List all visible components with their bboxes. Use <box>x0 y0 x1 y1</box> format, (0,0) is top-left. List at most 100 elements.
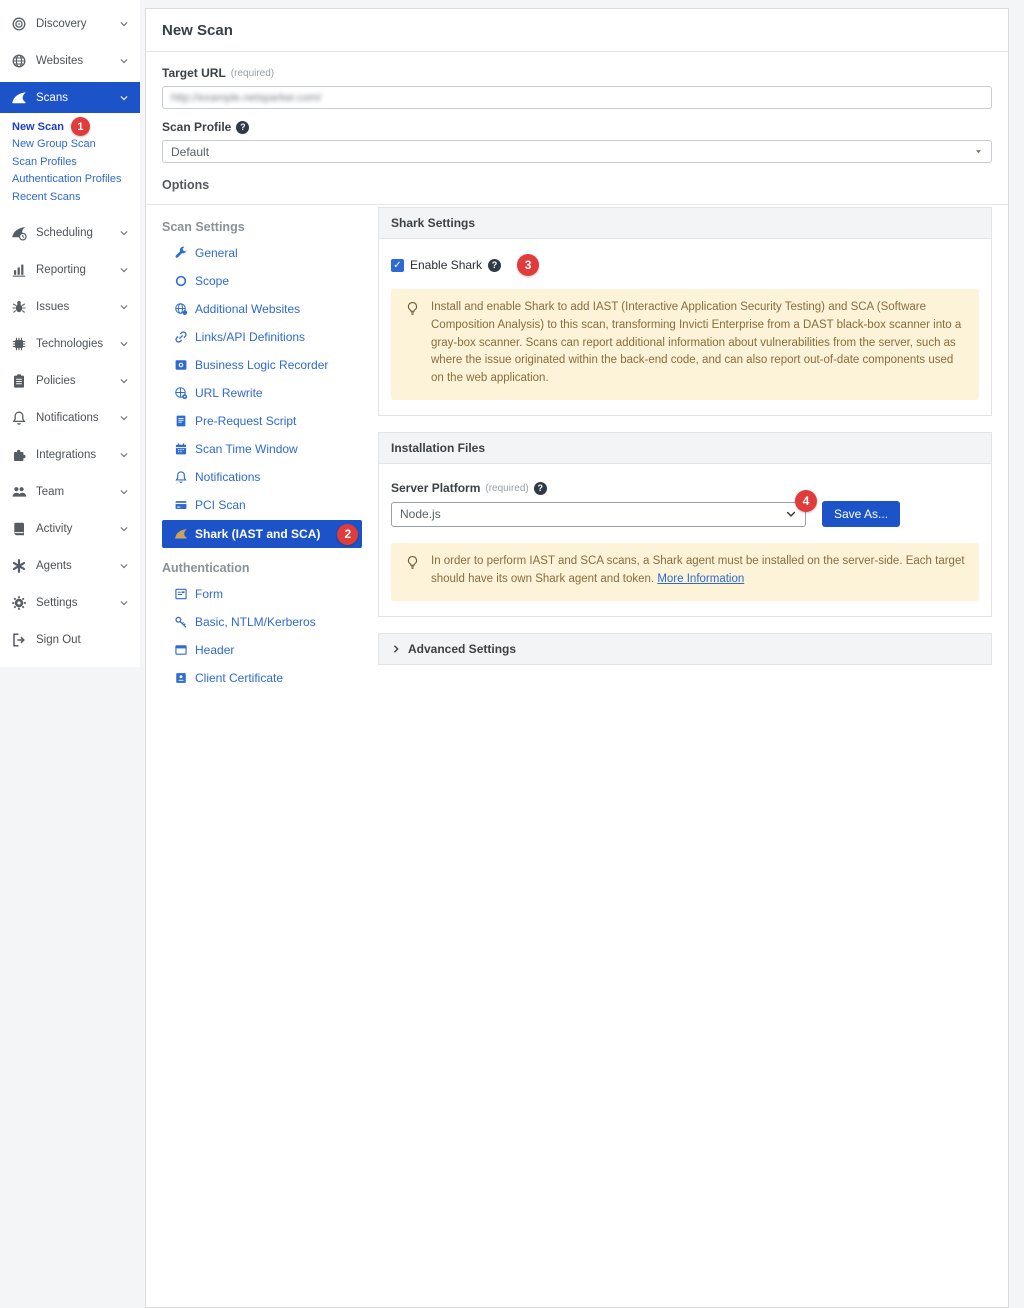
lightbulb-icon <box>405 555 420 570</box>
circle-icon <box>174 274 188 288</box>
sidebar-item-sign-out[interactable]: Sign Out <box>0 622 140 659</box>
sidebar-item-notifications[interactable]: Notifications <box>0 400 140 437</box>
auth-item-header[interactable]: Header <box>162 636 362 664</box>
settings-item-shark[interactable]: Shark (IAST and SCA) 2 <box>162 520 362 548</box>
book-icon <box>11 521 27 537</box>
settings-item-label: General <box>195 246 238 260</box>
settings-item-pci-scan[interactable]: PCI Scan <box>162 491 362 519</box>
settings-item-scope[interactable]: Scope <box>162 267 362 295</box>
certificate-icon <box>174 671 188 685</box>
lightbulb-icon <box>405 301 420 316</box>
chevron-down-icon <box>785 508 797 520</box>
sidebar-item-discovery[interactable]: Discovery <box>0 5 140 42</box>
subnav-item-new-scan[interactable]: New Scan 1 <box>12 118 134 136</box>
chevron-down-icon[interactable] <box>119 450 129 460</box>
settings-item-label: Pre-Request Script <box>195 414 296 428</box>
settings-item-label: Shark (IAST and SCA) <box>195 527 320 541</box>
chevron-down-icon[interactable] <box>119 228 129 238</box>
settings-item-general[interactable]: General <box>162 239 362 267</box>
authentication-title: Authentication <box>162 561 362 575</box>
settings-item-scan-time-window[interactable]: Scan Time Window <box>162 435 362 463</box>
chevron-right-icon <box>391 644 401 654</box>
chevron-down-icon[interactable] <box>119 19 129 29</box>
chevron-down-icon[interactable] <box>119 302 129 312</box>
page-header: New Scan <box>146 9 1008 52</box>
sidebar-item-policies[interactable]: Policies <box>0 363 140 400</box>
settings-item-label: Links/API Definitions <box>195 330 305 344</box>
sidebar-item-issues[interactable]: Issues <box>0 289 140 326</box>
scan-profile-value: Default <box>171 145 209 159</box>
sidebar-item-label: Scans <box>36 92 110 104</box>
subnav-item-authentication-profiles[interactable]: Authentication Profiles <box>12 171 134 189</box>
sidebar-item-label: Technologies <box>36 338 110 350</box>
auth-item-client-certificate[interactable]: Client Certificate <box>162 664 362 692</box>
sidebar-item-scheduling[interactable]: Scheduling <box>0 215 140 252</box>
settings-item-business-logic-recorder[interactable]: Business Logic Recorder <box>162 351 362 379</box>
chevron-down-icon[interactable] <box>119 598 129 608</box>
auth-item-form[interactable]: Form <box>162 580 362 608</box>
advanced-settings-toggle[interactable]: Advanced Settings <box>378 633 992 665</box>
installation-files-panel-title: Installation Files <box>379 433 991 464</box>
subnav-item-recent-scans[interactable]: Recent Scans <box>12 188 134 206</box>
chevron-down-icon[interactable] <box>119 93 129 103</box>
scan-profile-select[interactable]: Default <box>162 140 992 163</box>
required-hint: (required) <box>231 68 274 79</box>
server-platform-select[interactable]: Node.js <box>391 502 806 527</box>
edit-check-icon[interactable] <box>365 528 378 541</box>
chevron-down-icon[interactable] <box>119 413 129 423</box>
bar-chart-icon <box>11 262 27 278</box>
sidebar-item-agents[interactable]: Agents <box>0 548 140 585</box>
sidebar-item-reporting[interactable]: Reporting <box>0 252 140 289</box>
sidebar-item-websites[interactable]: Websites <box>0 42 140 79</box>
chevron-down-icon[interactable] <box>119 487 129 497</box>
sidebar-item-label: Policies <box>36 375 110 387</box>
chevron-down-icon[interactable] <box>119 339 129 349</box>
scan-settings-title: Scan Settings <box>162 220 362 234</box>
scans-subnav: New Scan 1 New Group Scan Scan Profiles … <box>0 115 140 215</box>
settings-item-pre-request-script[interactable]: Pre-Request Script <box>162 407 362 435</box>
help-icon[interactable] <box>236 121 249 134</box>
chevron-down-icon[interactable] <box>119 524 129 534</box>
scan-settings-nav: Scan Settings General Scope Additional W… <box>162 205 378 692</box>
script-icon <box>174 414 188 428</box>
record-icon <box>174 358 188 372</box>
sidebar-item-settings[interactable]: Settings <box>0 585 140 622</box>
settings-item-url-rewrite[interactable]: URL Rewrite <box>162 379 362 407</box>
subnav-item-label: Scan Profiles <box>12 156 77 168</box>
settings-item-additional-websites[interactable]: Additional Websites <box>162 295 362 323</box>
shark-icon <box>174 527 188 541</box>
sidebar-item-label: Team <box>36 486 110 498</box>
enable-shark-label: Enable Shark <box>410 258 482 272</box>
chevron-down-icon[interactable] <box>119 561 129 571</box>
sidebar-item-technologies[interactable]: Technologies <box>0 326 140 363</box>
chevron-down-icon[interactable] <box>119 56 129 66</box>
shark-info-text: Install and enable Shark to add IAST (In… <box>431 299 965 388</box>
auth-item-label: Basic, NTLM/Kerberos <box>195 615 316 629</box>
help-icon[interactable] <box>534 482 547 495</box>
subnav-item-new-group-scan[interactable]: New Group Scan <box>12 136 134 154</box>
chevron-down-icon[interactable] <box>119 376 129 386</box>
chevron-down-icon[interactable] <box>119 265 129 275</box>
server-platform-value: Node.js <box>400 507 441 521</box>
help-icon[interactable] <box>488 259 501 272</box>
sidebar: Discovery Websites Scans New Scan 1 New … <box>0 0 140 667</box>
save-as-button[interactable]: Save As... <box>822 501 900 527</box>
subnav-item-scan-profiles[interactable]: Scan Profiles <box>12 153 134 171</box>
sidebar-item-integrations[interactable]: Integrations <box>0 437 140 474</box>
globe-badge-icon <box>174 302 188 316</box>
step-badge-3: 3 <box>517 254 539 276</box>
settings-item-notifications[interactable]: Notifications <box>162 463 362 491</box>
enable-shark-checkbox[interactable] <box>391 259 404 272</box>
sidebar-item-activity[interactable]: Activity <box>0 511 140 548</box>
sidebar-item-scans[interactable]: Scans <box>0 82 140 113</box>
more-information-link[interactable]: More Information <box>657 573 744 585</box>
target-url-input[interactable]: http://example.netsparker.com/ <box>162 86 992 109</box>
discovery-icon <box>11 16 27 32</box>
auth-item-basic-ntlm-kerberos[interactable]: Basic, NTLM/Kerberos <box>162 608 362 636</box>
sidebar-item-team[interactable]: Team <box>0 474 140 511</box>
settings-item-label: Scan Time Window <box>195 442 298 456</box>
settings-item-links-api-definitions[interactable]: Links/API Definitions <box>162 323 362 351</box>
step-badge-1: 1 <box>71 117 90 136</box>
settings-item-label: Notifications <box>195 470 260 484</box>
globe-gear-icon <box>174 386 188 400</box>
